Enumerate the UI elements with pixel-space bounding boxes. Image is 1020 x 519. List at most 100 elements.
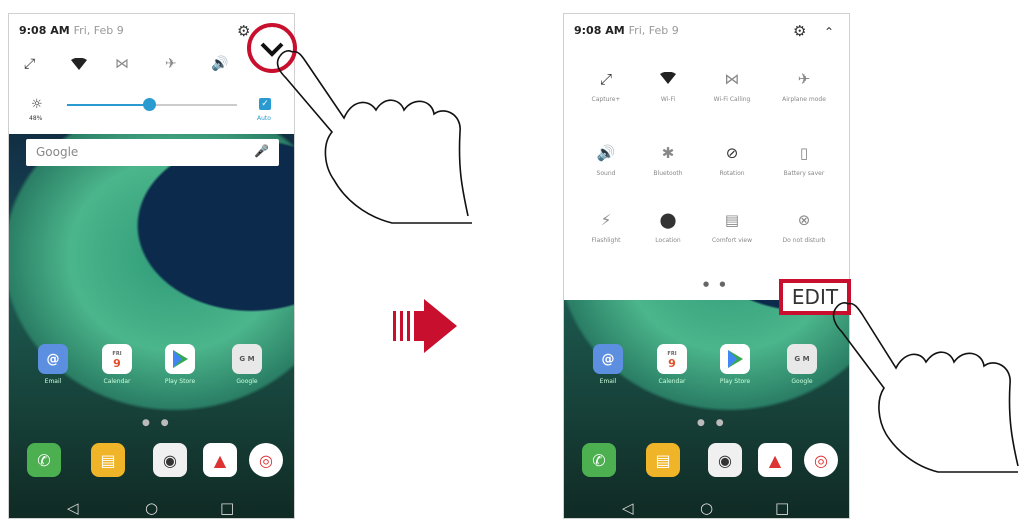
tile-label: Battery saver (783, 170, 825, 177)
page-indicator: ● ● (703, 280, 730, 288)
app-email[interactable]: @ Email (583, 344, 633, 385)
app-label: Play Store (719, 378, 751, 385)
tile-do-not-disturb[interactable]: ⊗ Do not disturb (776, 211, 832, 245)
chrome-icon[interactable]: ◎ (249, 443, 283, 477)
tile-wifi[interactable]: Wi-Fi (640, 70, 696, 104)
phone-icon[interactable]: ✆ (582, 443, 616, 477)
status-time: 9:08 AM (19, 24, 70, 37)
gallery-icon[interactable]: ▲ (203, 443, 237, 477)
app-label: Calendar (103, 378, 131, 385)
tile-capture[interactable]: ⤢ Capture+ (578, 70, 634, 104)
camera-icon[interactable]: ◉ (153, 443, 187, 477)
messages-icon[interactable]: ▤ (91, 443, 125, 477)
tile-label: Airplane mode (782, 96, 826, 103)
tile-label: Rotation (719, 170, 745, 177)
play-store-icon (720, 344, 750, 374)
home-icon[interactable]: ○ (700, 499, 713, 517)
app-label: Google (791, 378, 813, 385)
app-calendar[interactable]: FRI 9 Calendar (647, 344, 697, 385)
tile-sound[interactable]: 🔊 Sound (578, 144, 634, 178)
tile-label: Wi-Fi (660, 96, 676, 103)
capture-icon[interactable]: ⤢ (24, 57, 35, 71)
app-label: Email (599, 378, 617, 385)
recents-icon[interactable]: □ (220, 499, 234, 517)
auto-brightness-label: Auto (257, 115, 271, 122)
home-icon[interactable]: ○ (145, 499, 158, 517)
wifi-calling-icon[interactable]: ⋈ (115, 57, 129, 71)
app-label: Email (44, 378, 62, 385)
app-label: Google (236, 378, 258, 385)
play-store-icon (165, 344, 195, 374)
capture-icon: ⤢ (599, 70, 612, 88)
google-search-bar[interactable]: Google 🎤 (26, 139, 279, 166)
calendar-day-number: 9 (113, 357, 121, 370)
tile-label: Flashlight (591, 237, 621, 244)
tile-flashlight[interactable]: ⚡ Flashlight (578, 211, 634, 245)
pointing-hand-icon (276, 50, 472, 224)
app-play-store[interactable]: Play Store (710, 344, 760, 385)
wifi-icon[interactable] (71, 58, 87, 70)
tile-label: Capture+ (591, 96, 621, 103)
back-icon[interactable]: ◁ (67, 499, 79, 517)
bluetooth-icon: ✱ (661, 144, 675, 162)
page-indicator: ● ● (697, 418, 728, 428)
tile-airplane[interactable]: ✈ Airplane mode (776, 70, 832, 104)
chevron-up-icon[interactable]: ⌃ (824, 25, 834, 39)
arrow-right-icon (393, 299, 457, 353)
tile-label: Do not disturb (782, 237, 826, 244)
app-google-folder[interactable]: G M Google (777, 344, 827, 385)
messages-icon[interactable]: ▤ (646, 443, 680, 477)
app-email[interactable]: @ Email (28, 344, 78, 385)
airplane-icon[interactable]: ✈ (165, 57, 177, 71)
gallery-icon[interactable]: ▲ (758, 443, 792, 477)
google-folder-icon: G M (787, 344, 817, 374)
tile-label: Wi-Fi Calling (713, 96, 751, 103)
tile-label: Bluetooth (653, 170, 683, 177)
location-icon: ⬤ (659, 211, 677, 229)
gear-icon[interactable]: ⚙ (793, 24, 806, 39)
tile-bluetooth[interactable]: ✱ Bluetooth (640, 144, 696, 178)
status-bar: 9:08 AM Fri, Feb 9 (574, 24, 679, 37)
status-date: Fri, Feb 9 (73, 24, 124, 37)
search-placeholder: Google (36, 145, 79, 159)
mic-icon[interactable]: 🎤 (254, 144, 269, 158)
calendar-day-number: 9 (668, 357, 676, 370)
brightness-value: 48% (29, 115, 43, 122)
tile-comfort-view[interactable]: ▤ Comfort view (704, 211, 760, 245)
pointing-hand-icon (832, 302, 1019, 473)
brightness-slider-fill (67, 104, 149, 106)
tile-wifi-calling[interactable]: ⋈ Wi-Fi Calling (704, 70, 760, 104)
status-time: 9:08 AM (574, 24, 625, 37)
app-calendar[interactable]: FRI 9 Calendar (92, 344, 142, 385)
tile-location[interactable]: ⬤ Location (640, 211, 696, 245)
phone-icon[interactable]: ✆ (27, 443, 61, 477)
calendar-icon: FRI 9 (657, 344, 687, 374)
tile-label: Comfort view (711, 237, 753, 244)
brightness-icon: ☼ (31, 97, 43, 112)
status-date: Fri, Feb 9 (628, 24, 679, 37)
tile-rotation[interactable]: ⊘ Rotation (704, 144, 760, 178)
email-icon: @ (38, 344, 68, 374)
email-icon: @ (593, 344, 623, 374)
calendar-icon: FRI 9 (102, 344, 132, 374)
right-phone-screen: 9:08 AM Fri, Feb 9 ⚙ ⌃ ⤢ Capture+ Wi-Fi ⋈ W… (563, 13, 850, 519)
app-google-folder[interactable]: G M Google (222, 344, 272, 385)
brightness-slider[interactable] (67, 98, 237, 111)
tile-battery-saver[interactable]: ▯ Battery saver (776, 144, 832, 178)
airplane-icon: ✈ (797, 70, 811, 88)
recents-icon[interactable]: □ (775, 499, 789, 517)
do-not-disturb-icon: ⊗ (797, 211, 811, 229)
camera-icon[interactable]: ◉ (708, 443, 742, 477)
flashlight-icon: ⚡ (600, 211, 612, 229)
auto-brightness-checkbox[interactable]: ✓ (259, 98, 271, 110)
wifi-icon (640, 70, 696, 88)
app-label: Calendar (658, 378, 686, 385)
back-icon[interactable]: ◁ (622, 499, 634, 517)
brightness-slider-thumb[interactable] (142, 98, 156, 111)
comfort-view-icon: ▤ (724, 211, 740, 229)
app-play-store[interactable]: Play Store (155, 344, 205, 385)
left-phone-screen: 9:08 AM Fri, Feb 9 ⚙ ⤢ ⋈ ✈ 🔊 ☼ 48% ✓ Auto… (8, 13, 295, 519)
quick-settings-expanded: 9:08 AM Fri, Feb 9 ⚙ ⌃ ⤢ Capture+ Wi-Fi ⋈ W… (564, 14, 849, 300)
tile-label: Location (655, 237, 681, 244)
sound-icon[interactable]: 🔊 (211, 57, 228, 71)
